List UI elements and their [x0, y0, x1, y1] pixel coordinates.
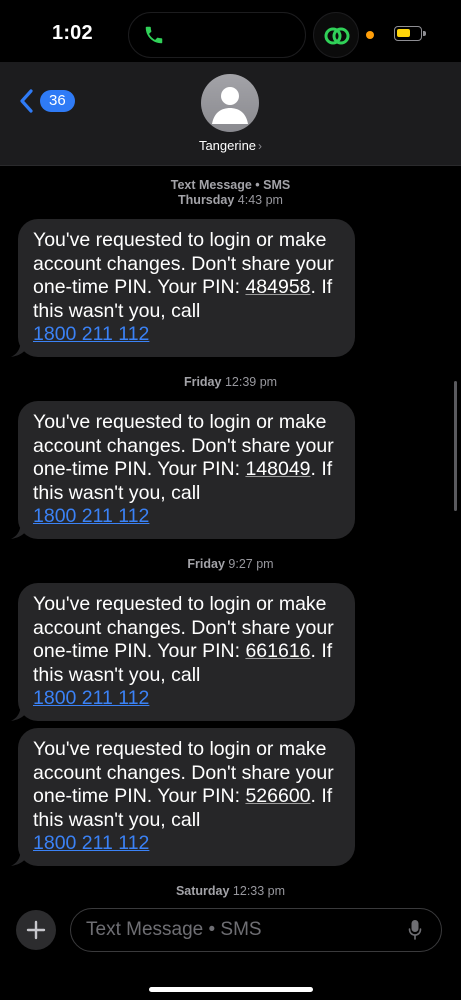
pin-code[interactable]: 661616	[245, 640, 310, 662]
pin-code[interactable]: 526600	[245, 785, 310, 807]
message-bubble[interactable]: You've requested to login or make accoun…	[11, 401, 355, 539]
timestamp: Friday 12:39 pm	[0, 375, 461, 390]
back-button[interactable]: 36	[18, 88, 75, 114]
timestamp-header: Text Message • SMS Thursday 4:43 pm	[0, 178, 461, 208]
dynamic-island[interactable]	[128, 12, 306, 58]
stamp-day: Saturday	[175, 884, 230, 898]
message-bubble[interactable]: You've requested to login or make accoun…	[11, 219, 355, 357]
phone-link[interactable]: 1800 211 112	[33, 505, 149, 527]
timestamp: Saturday 12:33 pm	[0, 884, 461, 899]
message-bubble[interactable]: You've requested to login or make accoun…	[11, 728, 355, 866]
stamp-time: 12:39 pm	[224, 375, 278, 389]
stamp-day: Friday	[183, 375, 222, 389]
status-time: 1:02	[52, 22, 93, 44]
home-indicator[interactable]	[149, 987, 313, 992]
bubble-tail	[11, 518, 31, 539]
stamp-time: 9:27 pm	[228, 557, 274, 571]
bubble-tail	[11, 700, 31, 721]
status-bar: 1:02	[0, 0, 461, 62]
message-thread[interactable]: Text Message • SMS Thursday 4:43 pm You'…	[0, 166, 461, 906]
mic-icon[interactable]	[408, 919, 422, 941]
link-icon	[324, 27, 350, 45]
stamp-day: Thursday	[178, 193, 235, 207]
chevron-right-icon: ›	[258, 139, 263, 153]
phone-icon	[145, 26, 163, 44]
scrollbar[interactable]	[454, 381, 457, 511]
stamp-day: Friday	[187, 557, 225, 571]
pin-code[interactable]: 148049	[245, 458, 310, 480]
bubble-tail	[11, 845, 31, 866]
message-input[interactable]	[70, 908, 442, 952]
timestamp: Friday 9:27 pm	[0, 557, 461, 572]
unread-count-badge: 36	[40, 90, 75, 112]
privacy-indicator-dot	[366, 31, 374, 39]
conversation-header: 36 Tangerine ›	[0, 62, 461, 166]
battery-icon	[394, 26, 426, 41]
chevron-left-icon	[20, 89, 33, 113]
add-attachment-button[interactable]	[16, 910, 56, 950]
bubble-tail	[11, 336, 31, 357]
message-bubble[interactable]: You've requested to login or make accoun…	[11, 583, 355, 721]
contact-name[interactable]: Tangerine ›	[0, 138, 461, 153]
phone-link[interactable]: 1800 211 112	[33, 323, 149, 345]
person-icon	[212, 87, 248, 124]
compose-bar	[0, 906, 461, 1000]
plus-icon	[26, 920, 46, 940]
phone-link[interactable]: 1800 211 112	[33, 687, 149, 709]
phone-link[interactable]: 1800 211 112	[33, 832, 149, 854]
stamp-time: 12:33 pm	[232, 884, 286, 898]
link-icon-button[interactable]	[313, 12, 359, 58]
pin-code[interactable]: 484958	[245, 276, 310, 298]
contact-name-label: Tangerine	[198, 138, 257, 153]
avatar[interactable]	[201, 74, 259, 132]
service-label: Text Message • SMS	[170, 178, 291, 192]
stamp-time: 4:43 pm	[237, 193, 283, 207]
